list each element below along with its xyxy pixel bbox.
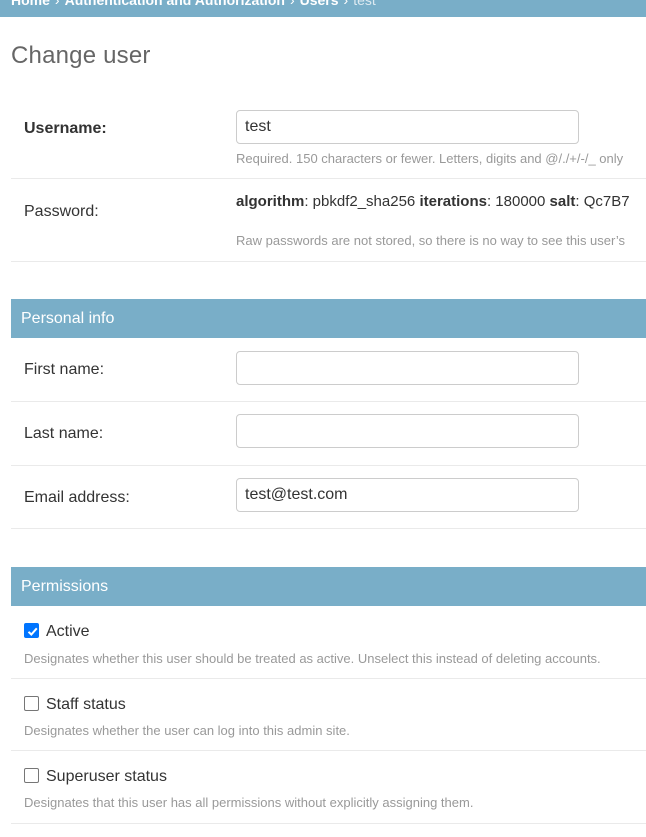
last-name-label: Last name: [24, 425, 104, 442]
salt-key: salt [549, 193, 576, 210]
active-label[interactable]: Active [46, 623, 90, 641]
algorithm-key: algorithm [236, 193, 305, 210]
breadcrumb-separator: › [54, 0, 60, 8]
permissions-header: Permissions [11, 567, 646, 606]
staff-status-checkbox[interactable] [24, 696, 39, 711]
checkmark-icon [27, 627, 38, 636]
password-help-text: Raw passwords are not stored, so there i… [236, 233, 625, 248]
breadcrumb: Home › Authentication and Authorization › Us… [0, 0, 646, 17]
breadcrumb-home-link[interactable]: Home [11, 0, 50, 8]
change-user-form: Username: Required. 150 characters or fe… [11, 95, 646, 824]
username-input[interactable] [236, 110, 579, 144]
email-label: Email address: [24, 489, 130, 506]
first-name-label: First name: [24, 361, 105, 378]
superuser-status-help-text: Designates that this user has all permis… [24, 795, 474, 810]
active-help-text: Designates whether this user should be t… [24, 651, 601, 666]
username-label: Username: [24, 120, 107, 137]
algorithm-value: : pbkdf2_sha256 [304, 193, 420, 210]
iterations-value: : 180000 [486, 193, 550, 210]
active-checkbox[interactable] [24, 623, 39, 638]
staff-status-label[interactable]: Staff status [46, 696, 126, 714]
email-row: Email address: [11, 466, 646, 529]
first-name-input[interactable] [236, 351, 579, 385]
breadcrumb-model-link[interactable]: Users [300, 0, 339, 8]
email-input[interactable] [236, 478, 579, 512]
superuser-status-row: Superuser status Designates that this us… [11, 751, 646, 824]
first-name-row: First name: [11, 338, 646, 402]
staff-status-row: Staff status Designates whether the user… [11, 679, 646, 751]
password-row: Password: algorithm: pbkdf2_sha256 itera… [11, 179, 646, 262]
page-title: Change user [11, 42, 151, 69]
username-row: Username: Required. 150 characters or fe… [11, 95, 646, 179]
breadcrumb-current: test [353, 0, 376, 8]
password-label: Password: [24, 203, 99, 220]
staff-status-help-text: Designates whether the user can log into… [24, 723, 350, 738]
password-hash-summary: algorithm: pbkdf2_sha256 iterations: 180… [236, 193, 646, 210]
superuser-status-checkbox[interactable] [24, 768, 39, 783]
superuser-status-label[interactable]: Superuser status [46, 768, 167, 786]
username-help-text: Required. 150 characters or fewer. Lette… [236, 151, 624, 166]
active-row: Active Designates whether this user shou… [11, 606, 646, 679]
last-name-input[interactable] [236, 414, 579, 448]
breadcrumb-separator: › [289, 0, 295, 8]
salt-value: : Qc7B7 [575, 193, 630, 210]
iterations-key: iterations [419, 193, 487, 210]
breadcrumb-app-link[interactable]: Authentication and Authorization [65, 0, 285, 8]
last-name-row: Last name: [11, 402, 646, 466]
breadcrumb-separator: › [343, 0, 349, 8]
personal-info-header: Personal info [11, 299, 646, 338]
